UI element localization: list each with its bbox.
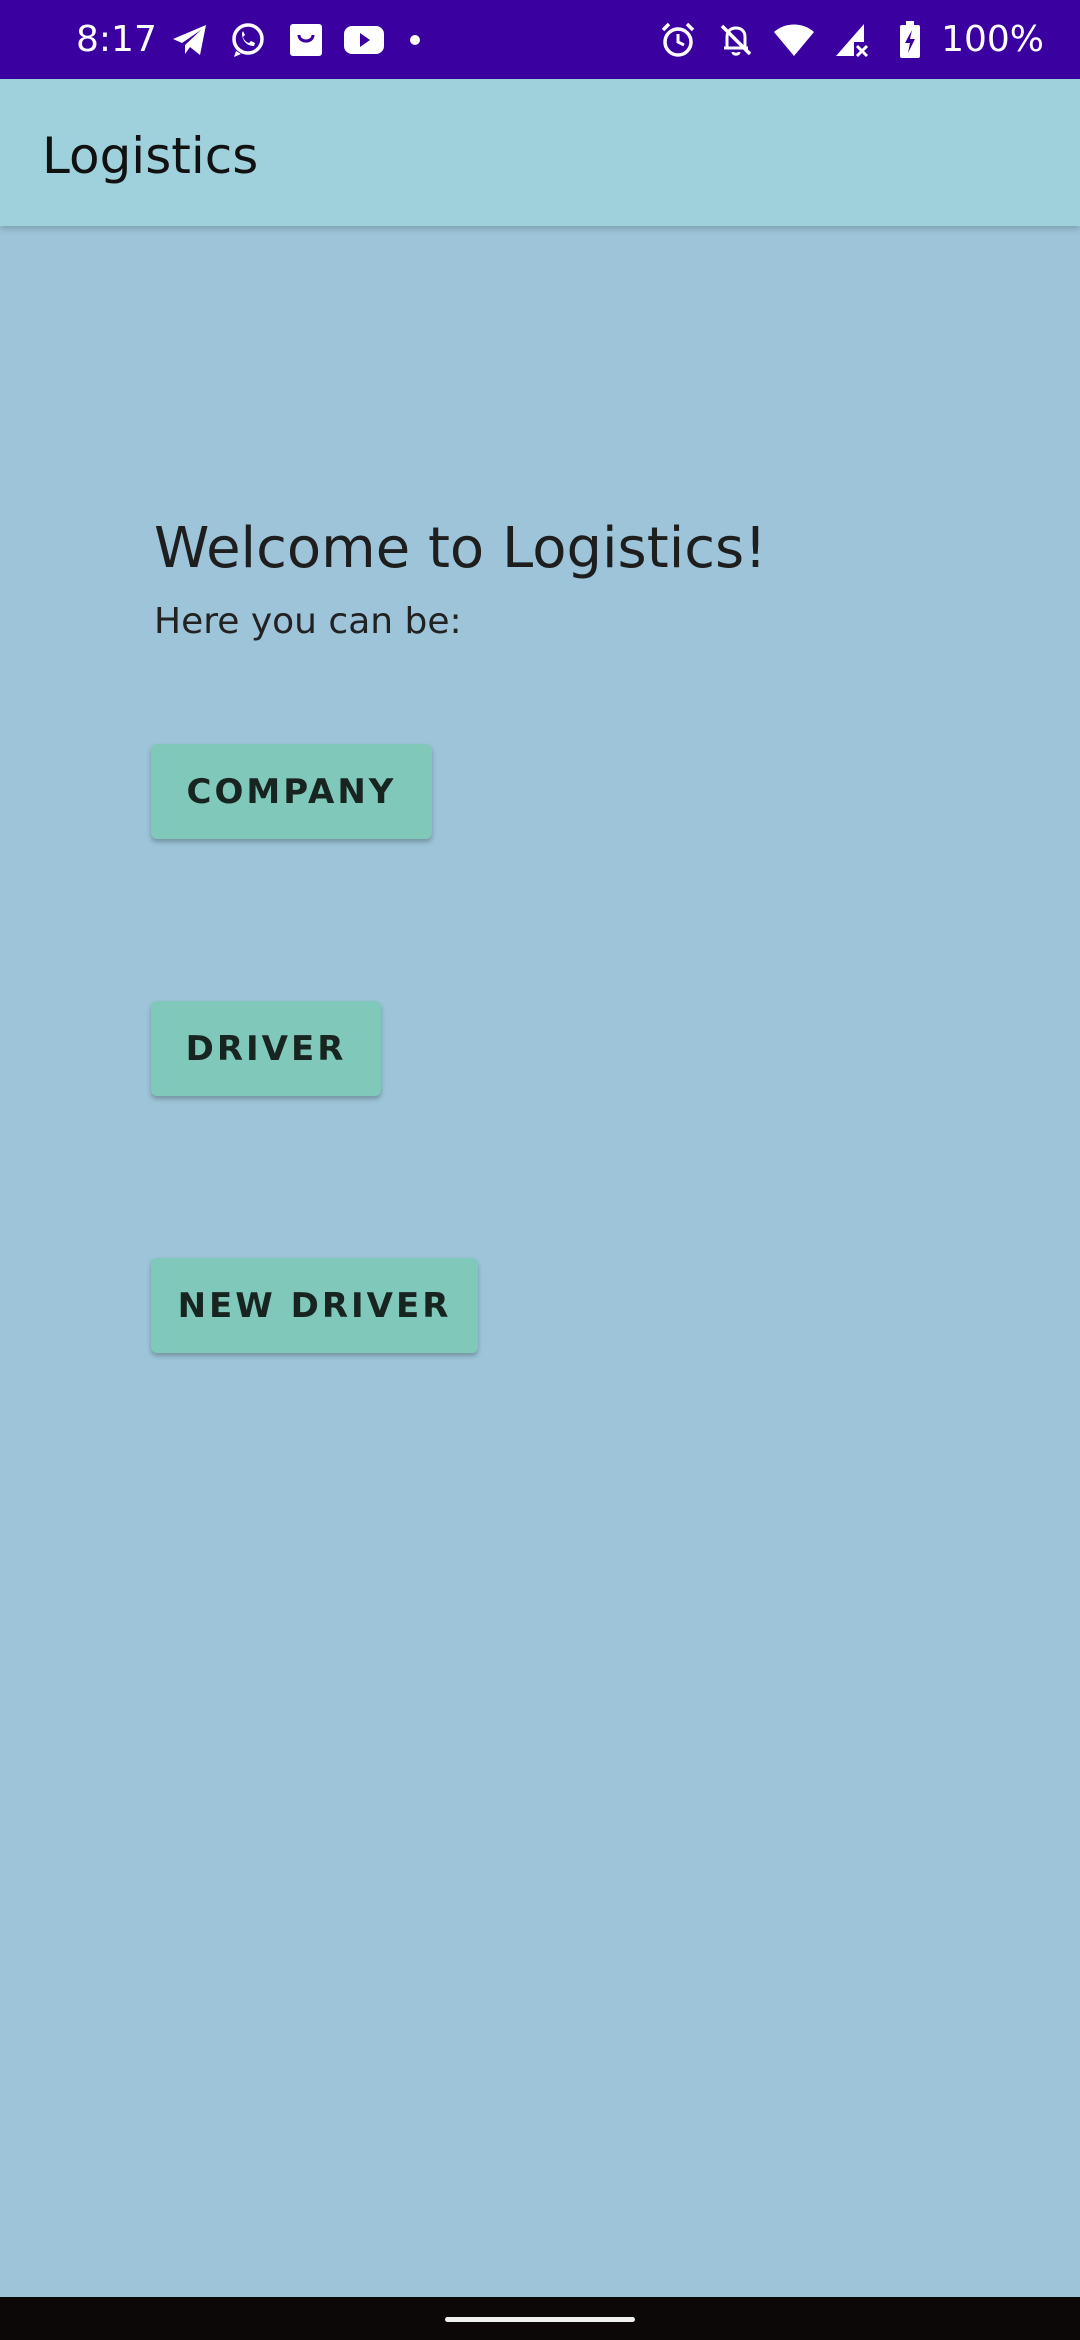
app-bar: Logistics [0, 79, 1080, 226]
company-button-label: COMPANY [186, 771, 397, 812]
cellular-signal-icon [831, 19, 873, 61]
status-bar: 8:17 100% [0, 0, 1080, 79]
new-driver-button-label: NEW DRIVER [177, 1285, 452, 1326]
driver-button[interactable]: DRIVER [151, 1001, 381, 1096]
status-icons-right: 100% [657, 19, 1044, 61]
subtitle-text: Here you can be: [154, 601, 462, 642]
telegram-icon [168, 19, 212, 61]
youtube-icon [342, 19, 386, 61]
status-icons-left [168, 19, 420, 61]
battery-percent: 100% [941, 19, 1044, 60]
main-content: Welcome to Logistics! Here you can be: C… [0, 226, 1080, 2297]
shopping-bag-icon [284, 19, 328, 61]
whatsapp-icon [226, 19, 270, 61]
company-button[interactable]: COMPANY [151, 744, 432, 839]
navigation-bar [0, 2297, 1080, 2340]
app-title: Logistics [42, 127, 259, 185]
welcome-heading: Welcome to Logistics! [154, 516, 767, 581]
home-indicator[interactable] [445, 2317, 635, 2322]
alarm-icon [657, 19, 699, 61]
status-time: 8:17 [76, 19, 157, 60]
notifications-off-icon [715, 19, 757, 61]
notification-dot-icon [410, 35, 420, 45]
new-driver-button[interactable]: NEW DRIVER [151, 1258, 478, 1353]
driver-button-label: DRIVER [185, 1028, 347, 1069]
wifi-icon [773, 19, 815, 61]
battery-charging-icon [889, 19, 931, 61]
